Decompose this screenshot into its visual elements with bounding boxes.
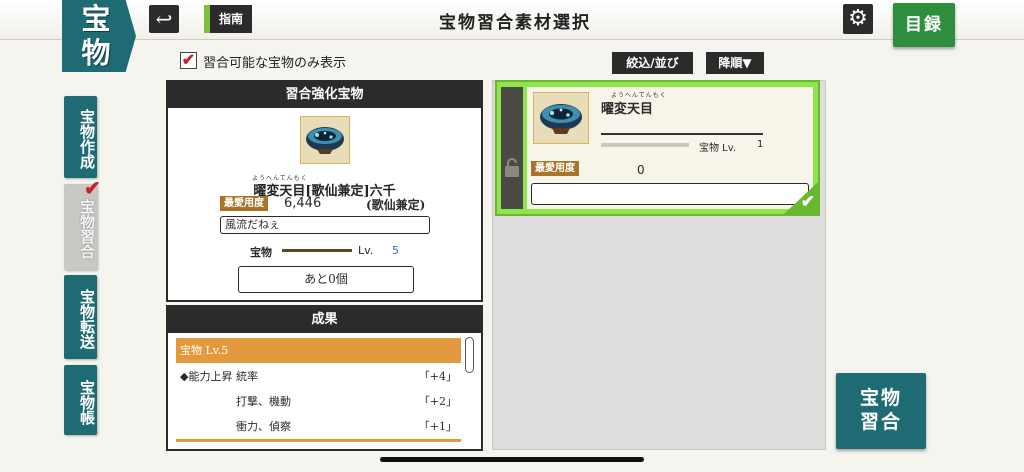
material-love-tag: 最愛用度 (531, 161, 579, 176)
home-indicator[interactable] (380, 457, 644, 462)
back-icon: ↩ (155, 7, 173, 31)
fuse-button-line1: 宝物 (859, 387, 902, 409)
result-value: 「+1」 (418, 420, 457, 433)
material-comment-field (531, 183, 809, 205)
result-row: 宝物 Lv.5 (176, 338, 461, 363)
result-label: ◆能力上昇 統率 (180, 370, 258, 383)
result-row: ◆能力上昇 統率 「+4」 (176, 364, 461, 389)
material-lv-label: 宝物 Lv. (699, 143, 737, 154)
active-check-icon: ✔ (84, 176, 101, 200)
catalog-button[interactable]: 目録 (893, 3, 955, 47)
logo-char-bottom: 物 (81, 36, 111, 70)
fuse-button-line2: 習合 (859, 411, 902, 433)
treasure-bowl-image (300, 116, 350, 164)
page-title: 宝物習合素材選択 (439, 13, 591, 33)
filter-sort-button[interactable]: 絞込/並び (612, 52, 693, 74)
enhance-panel-header: 習合強化宝物 (168, 82, 481, 108)
love-value: 6,446 (284, 196, 322, 211)
material-level-bar (601, 143, 689, 147)
enhance-target-panel: 習合強化宝物 ようへんてんもく 曜変天目[歌仙兼定]六千 最愛用度 6,446 … (166, 80, 483, 302)
logo-char-top: 宝 (81, 2, 111, 36)
settings-button[interactable]: ⚙ (843, 4, 873, 34)
result-divider (176, 439, 461, 442)
material-card-body: ようへんてんもく 曜変天目 宝物 Lv. 1 最愛用度 0 (527, 87, 813, 209)
result-panel-header: 成果 (168, 307, 481, 333)
sidebar-item-transfer[interactable]: 宝物転送 (64, 275, 97, 359)
remaining-count: あと0個 (238, 266, 414, 293)
result-value: 「+4」 (418, 370, 457, 383)
material-name-underline (601, 133, 763, 135)
love-tag: 最愛用度 (220, 196, 268, 211)
treasure-logo: 宝 物 (62, 0, 136, 72)
result-scrollbar[interactable] (465, 337, 474, 373)
result-label: 宝物 Lv.5 (180, 344, 229, 357)
fusable-only-checkbox[interactable]: ✔ (180, 52, 197, 69)
material-lv-value: 1 (757, 139, 764, 150)
lv-label: Lv. (358, 244, 374, 257)
comment-field: 風流だねぇ (220, 216, 430, 234)
material-bowl-image (533, 92, 589, 144)
back-button[interactable]: ↩ (149, 5, 179, 33)
sidebar-item-create[interactable]: 宝物作成 (64, 96, 97, 178)
result-label: 打撃、機動 (236, 395, 291, 408)
treasure-label: 宝物 (250, 246, 272, 259)
material-name: 曜変天目 (601, 102, 654, 117)
result-row: 打撃、機動 「+2」 (176, 389, 461, 414)
order-button[interactable]: 降順▼ (706, 52, 764, 74)
lv-value: 5 (392, 244, 399, 257)
school-label: (歌仙兼定) (366, 198, 426, 212)
fusable-only-label: 習合可能な宝物のみ表示 (203, 56, 347, 71)
gear-icon: ⚙ (848, 6, 868, 31)
result-row: 衝力、偵察 「+1」 (176, 414, 461, 439)
guide-button[interactable]: 指南 (204, 5, 252, 33)
unlock-icon (505, 158, 519, 177)
lock-strip[interactable] (501, 87, 523, 209)
result-panel[interactable]: 成果 宝物 Lv.5 ◆能力上昇 統率 「+4」 打撃、機動 「+2」 衝力、偵… (166, 305, 483, 451)
result-label: 衝力、偵察 (236, 420, 291, 433)
sidebar-item-ledger[interactable]: 宝物帳 (64, 365, 97, 435)
result-value: 「+2」 (418, 395, 457, 408)
fuse-button[interactable]: 宝物 習合 (836, 373, 926, 449)
material-card[interactable]: ようへんてんもく 曜変天目 宝物 Lv. 1 最愛用度 0 ✔ (495, 80, 820, 216)
material-love-value: 0 (637, 163, 645, 177)
enhance-item-name: 曜変天目[歌仙兼定]六千 (253, 184, 396, 199)
level-bar (282, 249, 352, 252)
